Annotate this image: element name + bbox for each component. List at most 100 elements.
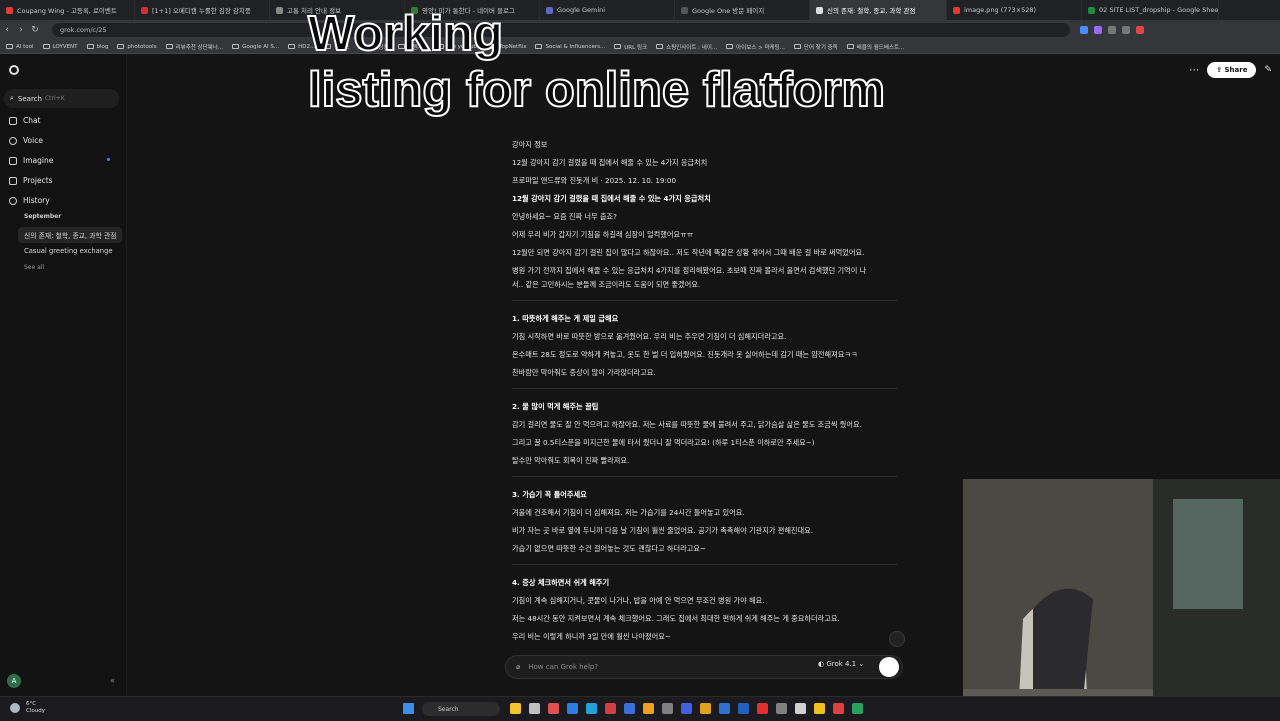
favicon-icon [1088,6,1095,14]
paragraph-line: 어제 우리 비가 갑자기 기침을 하길래 심장이 덜컥했어요ㅠㅠ [512,230,694,239]
sidebar: ⌕ Search Ctrl+K Chat Voice Imagine Proje… [0,54,127,696]
history-item[interactable]: Casual greeting exchange [24,247,113,255]
taskbar-app-icon[interactable] [586,703,597,714]
taskbar-app-icon[interactable] [567,703,578,714]
sidebar-item-imagine[interactable]: Imagine [9,156,53,165]
see-all-link[interactable]: See all [24,264,44,271]
paragraph-line: 탈수만 막아줘도 회복이 진짜 빨라져요. [512,456,630,465]
taskbar-app-icon[interactable] [738,703,749,714]
voice-mode-button[interactable] [879,657,899,677]
history-item[interactable]: 신의 존재: 철학, 종교, 과학 관점 [18,227,122,243]
folder-icon [6,44,13,49]
paragraph-line: 기침이 계속 심해지거나, 콧물이 나거나, 밥을 아예 안 먹으면 무조건 병… [512,596,765,605]
grok-logo-icon[interactable] [9,65,19,75]
section-heading: 12월 강아지 감기 걸렸을 때 집에서 해줄 수 있는 4가지 응급처치 [512,194,711,203]
header-actions: ⋯ ⇪ Share ✎ [1189,62,1272,78]
chevron-down-icon: ⌄ [858,660,865,668]
section-heading: 4. 증상 체크하면서 쉬게 해주기 [512,578,610,587]
paragraph-line: 비가 자는 곳 바로 옆에 두니까 다음 날 기침이 훨씬 줄었어요. 공기가 … [512,526,814,535]
divider [512,300,897,301]
taskbar-app-icon[interactable] [757,703,768,714]
image-icon [9,156,17,165]
model-label: Grok 4.1 [826,660,857,668]
bookmark-item[interactable]: blog [86,43,109,50]
taskbar-app-icon[interactable] [833,703,844,714]
sidebar-item-chat[interactable]: Chat [9,116,41,125]
share-button[interactable]: ⇪ Share [1207,62,1257,78]
reload-icon[interactable]: ↻ [28,25,42,35]
avatar[interactable]: A [7,674,21,688]
bookmark-item[interactable]: LOYVENT [42,44,78,50]
taskbar-app-icon[interactable] [795,703,806,714]
back-icon[interactable]: ‹ [0,25,14,35]
sidebar-item-projects[interactable]: Projects [9,176,53,185]
weather-condition: Cloudy [26,708,45,714]
taskbar-app-icon[interactable] [719,703,730,714]
edit-icon[interactable]: ✎ [1264,65,1272,75]
taskbar-app-icon[interactable] [662,703,673,714]
taskbar-app-icon[interactable] [681,703,692,714]
bookmark-item[interactable]: Google AI S... [232,44,279,50]
share-label: Share [1224,66,1248,74]
taskbar-app-icon[interactable] [548,703,559,714]
new-indicator-dot [107,158,110,161]
extension-icon[interactable] [1094,26,1102,34]
browser-tab[interactable]: Coupang Wing - 고등록, 로이벤트 [0,0,135,20]
taskbar-search[interactable]: Search [422,702,500,716]
search-button[interactable]: ⌕ Search Ctrl+K [4,89,119,108]
share-icon: ⇪ [1216,66,1225,74]
taskbar-app-icon[interactable] [624,703,635,714]
paragraph-line: 우리 비는 이렇게 하니까 3일 만에 훨씬 나아졌어요~ [512,632,671,641]
sidebar-item-label: History [23,196,50,205]
extension-icon[interactable] [1108,26,1116,34]
history-group-label: September [24,213,62,220]
bookmark-item[interactable]: 리뷰추천 상단웨너... [165,43,223,51]
taskbar-app-icon[interactable] [814,703,825,714]
paragraph-line: 그리고 꿀 0.5티스푼을 미지근한 물에 타서 줬더니 잘 먹더라고요! (하… [512,438,815,447]
paragraph-line: 기침 시작하면 바로 따뜻한 방으로 옮겨줬어요. 우리 비는 추우면 기침이 … [512,332,787,341]
bookmark-label: blog [96,43,109,50]
browser-tab[interactable]: 02 SITE LIST_dropship - Google Sheets [1082,0,1219,20]
extension-icon[interactable] [1122,26,1130,34]
sidebar-item-history[interactable]: History [9,196,50,205]
favicon-icon [953,6,960,14]
weather-icon [10,703,20,713]
taskbar-app-icon[interactable] [776,703,787,714]
model-selector[interactable]: ◐ Grok 4.1 ⌄ [818,660,864,668]
section-heading: 3. 가습기 꼭 틀어주세요 [512,490,587,499]
sidebar-item-voice[interactable]: Voice [9,136,43,145]
taskbar-app-icon[interactable] [643,703,654,714]
extension-icon[interactable] [1136,26,1144,34]
start-icon[interactable] [403,703,414,714]
taskbar-app-icon[interactable] [529,703,540,714]
forward-icon[interactable]: › [14,25,28,35]
attach-icon[interactable]: ⌀ [516,663,520,671]
scroll-down-button[interactable] [889,631,905,647]
taskbar-search-label: Search [438,705,459,713]
weather-temp: 6°C [26,701,37,707]
more-options-icon[interactable]: ⋯ [1189,65,1199,76]
collapse-sidebar-icon[interactable]: « [110,676,115,685]
taskbar-app-icon[interactable] [510,703,521,714]
extension-icon[interactable] [1080,26,1088,34]
sidebar-item-label: Chat [23,116,41,125]
taskbar-app-icon[interactable] [852,703,863,714]
windows-taskbar: 6°C Cloudy Search [0,696,1280,721]
divider [512,564,897,565]
paragraph-line: 프로파일 앤드류와 진돗개 비 · 2025. 12. 10. 19:00 [512,176,677,185]
tab-label: image.png (773×528) [964,6,1037,14]
weather-widget[interactable]: 6°C Cloudy [26,701,45,715]
taskbar-app-icon[interactable] [700,703,711,714]
folder-icon [288,44,296,49]
paragraph-line: 12월만 되면 강아지 감기 걸린 집이 많다고 하잖아요.. 저도 작년에 똑… [512,248,865,257]
paragraph-line: 감기 걸리면 물도 잘 안 먹으려고 하잖아요. 저는 사료를 따뜻한 물에 불… [512,420,862,429]
paragraph-line: 서.. 같은 고민하시는 분들께 조금이라도 도움이 되면 좋겠어요. [512,280,701,289]
search-icon: ⌕ [10,94,14,102]
taskbar-app-icon[interactable] [605,703,616,714]
bookmark-item[interactable]: AI tool [6,44,34,50]
browser-tab[interactable]: image.png (773×528) [947,0,1082,20]
browser-tab[interactable]: [1+1] 오메디캠 누롤한 김장 감치풍 [135,0,270,20]
bookmark-item[interactable]: phototools [117,44,157,50]
sidebar-item-label: Projects [23,176,53,185]
folder-icon [86,44,94,49]
